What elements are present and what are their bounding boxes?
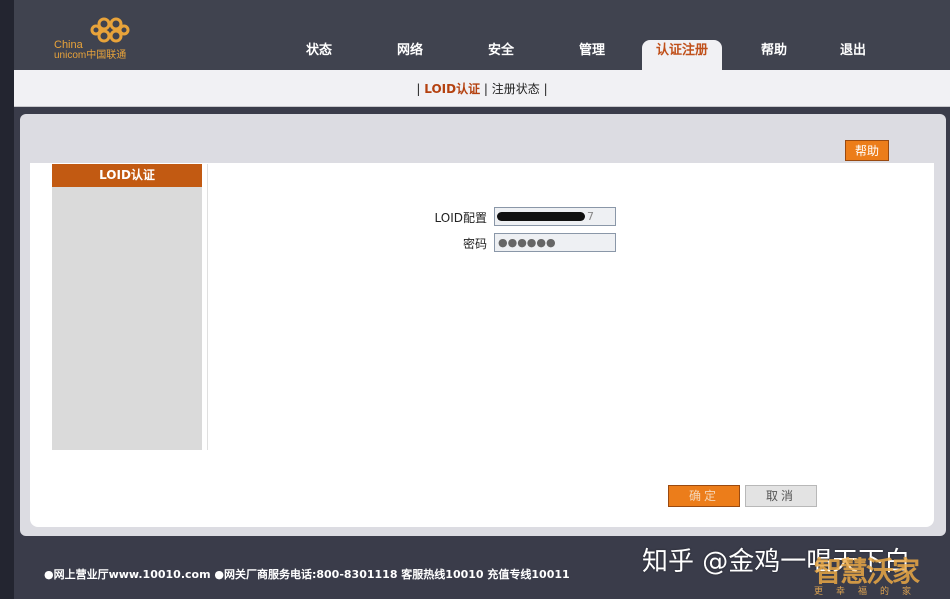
sidebar [52, 164, 202, 450]
subnav-sep-right: | [539, 82, 548, 96]
ok-button[interactable]: 确定 [668, 485, 740, 507]
nav-security[interactable]: 安全 [475, 40, 527, 70]
china-unicom-logo: China unicom中国联通 [54, 14, 164, 66]
smart-home-logo-slogan: 更幸福的家 [814, 587, 925, 597]
footer-info: ●网上营业厅www.10010.com ●网关厂商服务电话:800-830111… [44, 568, 570, 581]
subnav-loid-auth[interactable]: LOID认证 [424, 82, 480, 96]
redaction-mark [497, 212, 585, 221]
nav-logout[interactable]: 退出 [827, 40, 879, 70]
nav-help[interactable]: 帮助 [748, 40, 800, 70]
divider [207, 164, 208, 450]
nav-management[interactable]: 管理 [566, 40, 618, 70]
subnav-sep-mid: | [480, 82, 492, 96]
sub-nav: | LOID认证 | 注册状态 | [14, 70, 950, 107]
nav-status[interactable]: 状态 [293, 40, 345, 70]
loid-label: LOID配置 [434, 211, 487, 225]
password-label: 密码 [462, 237, 487, 251]
nav-auth-register[interactable]: 认证注册 [642, 40, 722, 70]
subnav-register-status[interactable]: 注册状态 [492, 82, 540, 96]
help-button[interactable]: 帮助 [845, 140, 889, 161]
logo-line-2: unicom中国联通 [54, 50, 127, 61]
sidebar-item-loid-auth[interactable]: LOID认证 [52, 164, 202, 187]
loid-value-tail: 7 [587, 210, 594, 223]
nav-network[interactable]: 网络 [384, 40, 436, 70]
smart-home-logo: 智慧沃家 更幸福的家 [812, 546, 932, 597]
left-border [0, 0, 14, 599]
loid-input[interactable]: 7 [494, 207, 616, 226]
cancel-button[interactable]: 取消 [745, 485, 817, 507]
password-input[interactable]: ●●●●●● [494, 233, 616, 252]
